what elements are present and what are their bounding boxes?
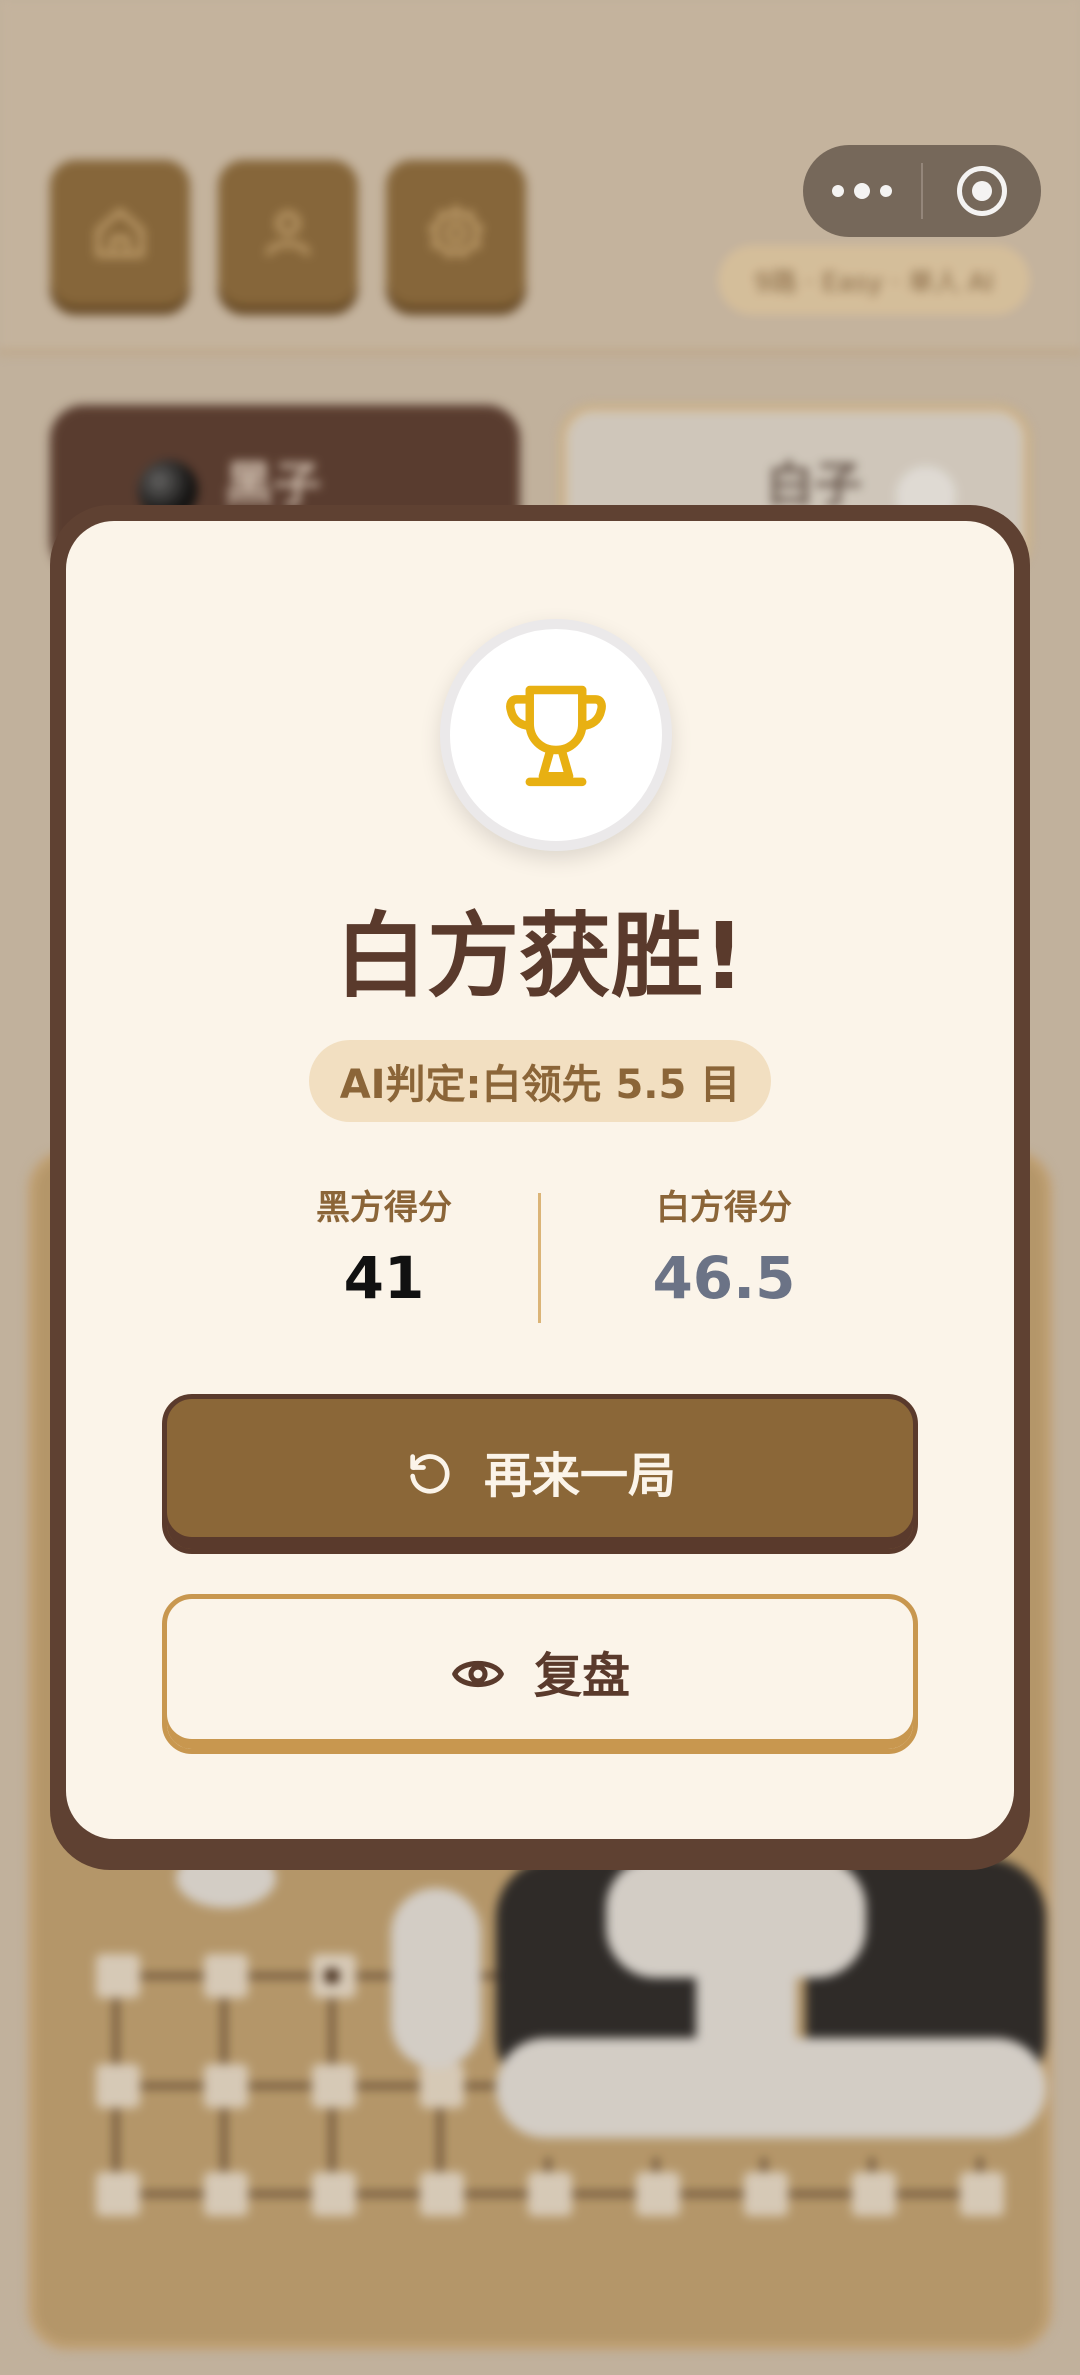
play-again-button[interactable]: 再来一局 — [162, 1394, 918, 1554]
restart-icon — [410, 1454, 450, 1494]
result-title: 白方获胜! — [335, 903, 745, 1010]
ai-verdict-badge: AI判定:白领先 5.5 目 — [309, 1040, 771, 1122]
trophy-icon — [506, 685, 606, 787]
trophy-badge — [440, 619, 672, 851]
play-again-label: 再来一局 — [483, 1448, 676, 1504]
replay-label: 复盘 — [533, 1648, 630, 1704]
eye-icon — [452, 1660, 504, 1688]
white-score-label: 白方得分 — [656, 1188, 792, 1228]
modal-card: 白方获胜! AI判定:白领先 5.5 目 黑方得分 41 白方得分 46.5 再… — [66, 521, 1014, 1839]
black-score-value: 41 — [343, 1244, 425, 1312]
black-score-label: 黑方得分 — [316, 1188, 452, 1228]
white-score-block: 白方得分 46.5 — [574, 1191, 874, 1307]
black-score-block: 黑方得分 41 — [234, 1191, 534, 1307]
game-result-modal: 白方获胜! AI判定:白领先 5.5 目 黑方得分 41 白方得分 46.5 再… — [50, 505, 1030, 1870]
white-score-value: 46.5 — [652, 1244, 796, 1312]
score-divider — [538, 1193, 541, 1323]
replay-button[interactable]: 复盘 — [162, 1594, 918, 1754]
